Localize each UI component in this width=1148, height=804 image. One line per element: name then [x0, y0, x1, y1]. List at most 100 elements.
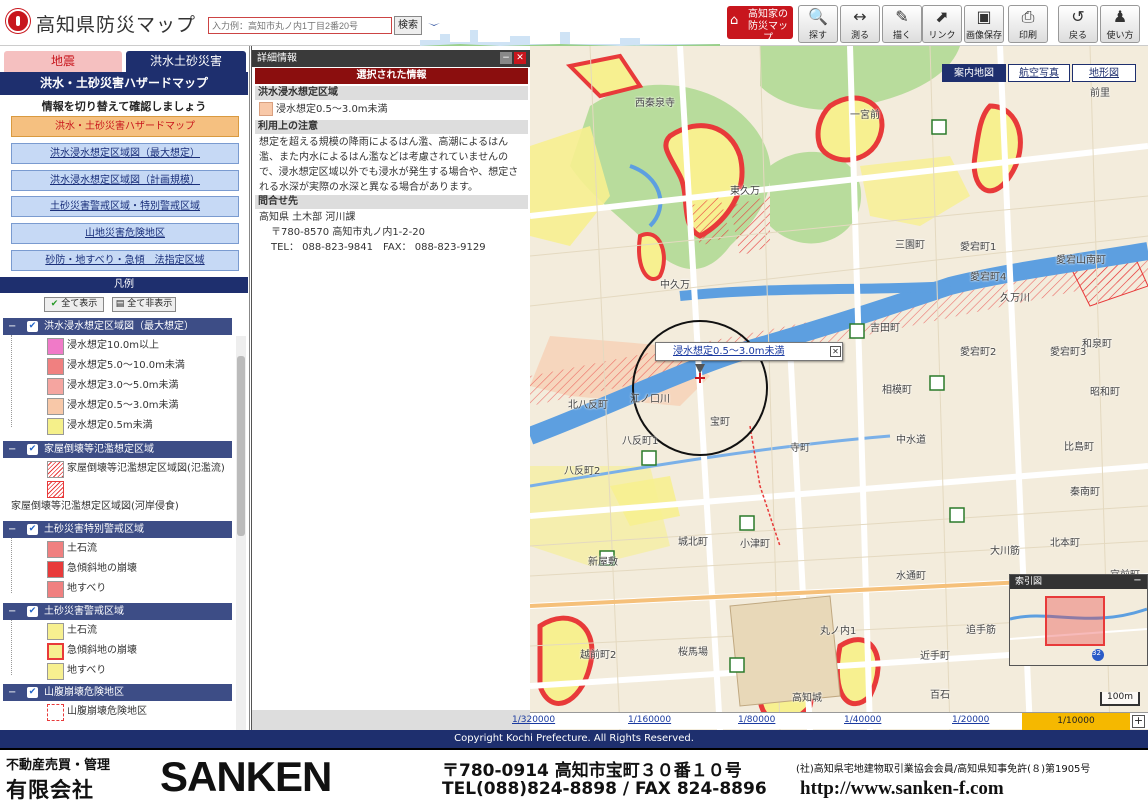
legend-group-house-collapse[interactable]: − ✔ 家屋倒壊等氾濫想定区域 [3, 441, 232, 458]
square-icon: ▤ [115, 299, 125, 309]
map-label: 愛宕町1 [960, 242, 997, 253]
scale-option[interactable]: 1/80000 [738, 715, 775, 725]
popup-close-icon[interactable]: ✕ [830, 346, 841, 357]
legend-swatch [47, 704, 64, 721]
detail-panel: 詳細情報 − ✕ 選択された情報 洪水浸水想定区域 浸水想定0.5〜3.0m未満… [251, 46, 530, 730]
tool-label: 測る [850, 31, 869, 41]
advertisement-banner[interactable]: 不動産売買・管理 有限会社 SANKEN 〒780-0914 高知市宝町３０番１… [0, 748, 1148, 802]
map-label: 寺町 [790, 443, 810, 454]
minimize-icon[interactable]: − [500, 52, 512, 64]
legend-item-label: 急傾斜地の崩壊 [67, 563, 137, 574]
legend-swatch [47, 541, 64, 558]
legend-checkbox[interactable]: ✔ [27, 524, 38, 535]
tab-aerial-photo[interactable]: 航空写真 [1008, 64, 1070, 82]
legend-group-landslide-special[interactable]: − ✔ 土砂災害特別警戒区域 [3, 521, 232, 538]
index-map-thumbnail [1010, 589, 1147, 665]
map-button-landslide-zone[interactable]: 土砂災害警戒区域・特別警戒区域 [11, 196, 239, 217]
address-search-input[interactable] [208, 17, 392, 34]
map-label: 愛宕町2 [960, 347, 997, 358]
section-flood-area: 洪水浸水想定区域 [255, 86, 528, 100]
map-label: 丸ノ内1 [820, 626, 857, 637]
legend-checkbox[interactable]: ✔ [27, 687, 38, 698]
tab-earthquake[interactable]: 地震 [4, 51, 122, 72]
kochike-bousai-map-button[interactable]: ⌂ 高知家の防災マップ [727, 6, 793, 44]
tool-label: 印刷 [1018, 31, 1037, 41]
map-button-flood-plan[interactable]: 洪水浸水想定区域図（計画規模） [11, 170, 239, 191]
map-label: 高知城 [792, 693, 822, 704]
tab-guide-map[interactable]: 案内地図 [942, 64, 1006, 82]
tab-topographic-map[interactable]: 地形図 [1072, 64, 1136, 82]
back-tool-button[interactable]: ↺ 戻る [1058, 5, 1098, 43]
collapse-toggle-icon[interactable]: − [8, 684, 16, 701]
collapse-toggle-icon[interactable]: − [8, 318, 16, 335]
scale-option[interactable]: 1/160000 [628, 715, 671, 725]
legend-checkbox[interactable]: ✔ [27, 606, 38, 617]
scale-option[interactable]: 1/20000 [952, 715, 989, 725]
legend-scrollbar-thumb[interactable] [237, 356, 245, 536]
map-label: 北八反町 [568, 400, 608, 411]
draw-tool-button[interactable]: ✎ 描く [882, 5, 922, 43]
scale-current[interactable]: 1/10000 [1022, 713, 1130, 730]
map-label: 東久万 [730, 186, 760, 197]
collapse-toggle-icon[interactable]: − [8, 441, 16, 458]
banner-url[interactable]: http://www.sanken-f.com [800, 778, 1004, 800]
map-label: 小津町 [740, 539, 770, 550]
base-map-tabs: 案内地図 航空写真 地形図 [942, 64, 1136, 82]
legend-group-landslide-warning[interactable]: − ✔ 土砂災害警戒区域 [3, 603, 232, 620]
map-label: 百石 [930, 690, 950, 701]
scale-bar: 100m [1100, 692, 1140, 706]
map-button-sabo-designated[interactable]: 砂防・地すべり・急傾 法指定区域 [11, 250, 239, 271]
banner-brand: SANKEN [160, 753, 332, 800]
legend-item-label: 土石流 [67, 543, 97, 554]
legend-checkbox[interactable]: ✔ [27, 321, 38, 332]
show-all-button[interactable]: ✔ 全て表示 [44, 297, 104, 312]
index-map[interactable]: 索引図 − 32 [1009, 574, 1148, 666]
map-button-mountain-hazard[interactable]: 山地災害危険地区 [11, 223, 239, 244]
print-tool-button[interactable]: ⎙ 印刷 [1008, 5, 1048, 43]
map-popup-link[interactable]: 浸水想定0.5〜3.0m未満 ✕ [655, 342, 843, 361]
legend-swatch [47, 461, 64, 478]
link-tool-button[interactable]: ⬈ リンク [922, 5, 962, 43]
scale-option[interactable]: 1/40000 [844, 715, 881, 725]
save-image-tool-button[interactable]: ▣ 画像保存 [964, 5, 1004, 43]
section-contact: 問合せ先 [255, 195, 528, 209]
map-button-hazard[interactable]: 洪水・土砂災害ハザードマップ [11, 116, 239, 137]
map-label: 吉田町 [870, 323, 900, 334]
legend-swatch [47, 643, 64, 660]
search-button[interactable]: 検索 [394, 16, 422, 35]
legend-group-flood-max[interactable]: − ✔ 洪水浸水想定区域図（最大想定） [3, 318, 232, 335]
map-button-flood-max[interactable]: 洪水浸水想定区域図（最大想定） [11, 143, 239, 164]
banner-trade: 不動産売買・管理 [6, 758, 111, 773]
legend-checkbox[interactable]: ✔ [27, 444, 38, 455]
legend-swatch [47, 581, 64, 598]
scale-option[interactable]: 1/320000 [512, 715, 555, 725]
map-label: 宝町 [710, 417, 730, 428]
legend-swatch [47, 418, 64, 435]
hide-all-button[interactable]: ▤ 全て非表示 [112, 297, 176, 312]
measure-tool-button[interactable]: ↔ 測る [840, 5, 880, 43]
zoom-in-icon[interactable]: + [1132, 715, 1145, 728]
index-map-minimize-icon[interactable]: − [1132, 576, 1143, 587]
banner-tel-fax: TEL(088)824-8898 / FAX 824-8896 [442, 779, 767, 799]
close-icon[interactable]: ✕ [514, 52, 526, 64]
legend-group-label: 洪水浸水想定区域図（最大想定） [44, 321, 194, 332]
legend-swatch [47, 481, 64, 498]
map-label: 城北町 [678, 537, 708, 548]
map-canvas[interactable]: 西秦泉寺 東久万 中久万 久万川 江ノ口川 前里 三園町 愛宕町1 愛宕町2 愛宕町3 愛宕町4 愛宕… [530, 46, 1148, 730]
legend-item: 急傾斜地の崩壊 [47, 642, 137, 660]
search-tool-button[interactable]: 🔍 探す [798, 5, 838, 43]
help-tool-button[interactable]: ♟ 使い方 [1100, 5, 1140, 43]
legend-group-mountain-hazard[interactable]: − ✔ 山腹崩壊危険地区 [3, 684, 232, 701]
collapse-toggle-icon[interactable]: − [8, 603, 16, 620]
map-label: 愛宕町4 [970, 272, 1007, 283]
tab-flood-landslide[interactable]: 洪水土砂災害 [126, 51, 246, 72]
collapse-toggle-icon[interactable]: − [8, 521, 16, 538]
popup-label[interactable]: 浸水想定0.5〜3.0m未満 [673, 346, 785, 357]
banner-association: (社)高知県宅地建物取引業協会会員/高知県知事免許(８)第1905号 [796, 764, 1091, 775]
show-all-label: 全て表示 [61, 299, 98, 309]
map-label: 和泉町 [1082, 339, 1112, 350]
tool-label: 画像保存 [965, 31, 1002, 41]
app-header: 高知県防災マップ 検索 ⌂ 高知家の防災マップ 🔍 探す ↔ 測る ✎ 描く ⬈ リンク ▣ 画像… [0, 0, 1148, 46]
hazard-map-title: 洪水・土砂災害ハザードマップ [0, 72, 248, 95]
home-button-label: 高知家の防災マップ [748, 9, 788, 44]
